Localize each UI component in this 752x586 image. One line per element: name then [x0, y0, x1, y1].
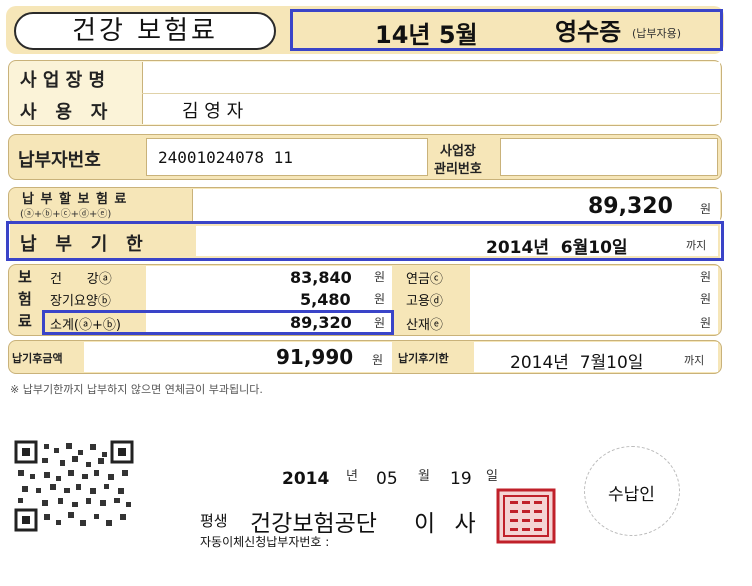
- breakdown-unit-2: 원: [374, 316, 386, 330]
- amount-formula: (ⓐ+ⓑ+ⓒ+ⓓ+ⓔ): [20, 209, 112, 220]
- amount-value: 89,320: [588, 194, 673, 219]
- breakdown-unit2-2: 원: [700, 316, 712, 330]
- qr-code: [14, 440, 134, 532]
- late-amount-unit: 원: [372, 353, 384, 367]
- receipt-title: 영수증: [555, 18, 622, 46]
- user-value: 김 영 자: [182, 101, 244, 122]
- late-due-date: 2014년 7월10일: [510, 353, 644, 373]
- period-text: 14년 5월: [375, 21, 478, 49]
- breakdown-name-0: 건 강ⓐ: [50, 272, 112, 287]
- amount-unit: 원: [700, 202, 712, 216]
- breakdown-name2-1: 고용ⓓ: [406, 294, 443, 309]
- late-amount-label: 납기후금액: [12, 352, 63, 365]
- info-divider: [142, 93, 720, 94]
- due-date: 2014년 6월10일: [486, 238, 628, 258]
- notice-text: ※ 납부기한까지 납부하지 않으면 연체금이 부과됩니다.: [10, 383, 263, 396]
- payer-number-label: 납부자번호: [18, 150, 101, 171]
- breakdown-name-2: 소계(ⓐ+ⓑ): [50, 318, 121, 333]
- breakdown-value-1: 5,480: [300, 290, 351, 309]
- late-due-label: 납기후기한: [398, 352, 449, 365]
- mgmt-label-1: 사업장: [440, 144, 476, 159]
- title-pill: 건강 보험료: [14, 12, 276, 50]
- breakdown-right-field: [470, 266, 718, 334]
- footer-month-unit: 월: [418, 469, 430, 484]
- breakdown-name2-2: 산재ⓔ: [406, 318, 443, 333]
- late-due-until: 까지: [684, 354, 705, 367]
- receipt-note: (납부자용): [632, 27, 682, 40]
- breakdown-value-2: 89,320: [290, 313, 352, 332]
- due-until: 까지: [686, 239, 707, 252]
- breakdown-unit-0: 원: [374, 270, 386, 284]
- mgmt-field: [500, 138, 718, 176]
- business-label: 사 업 장 명: [20, 70, 106, 91]
- mgmt-label-2: 관리번호: [434, 162, 482, 177]
- receiver-label: 수납인: [608, 485, 655, 505]
- breakdown-unit2-0: 원: [700, 270, 712, 284]
- payer-number-value: 24001024078 11: [158, 148, 293, 167]
- breakdown-side-2: 료: [18, 312, 32, 330]
- breakdown-value-0: 83,840: [290, 268, 352, 287]
- footer-day-unit: 일: [486, 469, 498, 484]
- user-label: 사 용 자: [20, 102, 108, 123]
- official-seal: [496, 488, 556, 544]
- breakdown-unit2-1: 원: [700, 292, 712, 306]
- org-prefix: 평생: [200, 512, 228, 530]
- breakdown-name2-0: 연금ⓒ: [406, 272, 443, 287]
- footer-year-unit: 년: [346, 469, 358, 484]
- breakdown-side-0: 보: [18, 268, 32, 286]
- auto-transfer-label: 자동이체신청납부자번호 :: [200, 535, 330, 549]
- footer-year: 2014: [282, 469, 330, 489]
- breakdown-name-1: 장기요양ⓑ: [50, 294, 111, 309]
- breakdown-unit-1: 원: [374, 292, 386, 306]
- org-chief: 이 사: [414, 511, 482, 537]
- late-amount-value: 91,990: [276, 345, 354, 369]
- footer-month: 05: [376, 469, 398, 489]
- breakdown-side-1: 험: [18, 290, 32, 308]
- footer-day: 19: [450, 469, 472, 489]
- due-label: 납 부 기 한: [20, 234, 143, 255]
